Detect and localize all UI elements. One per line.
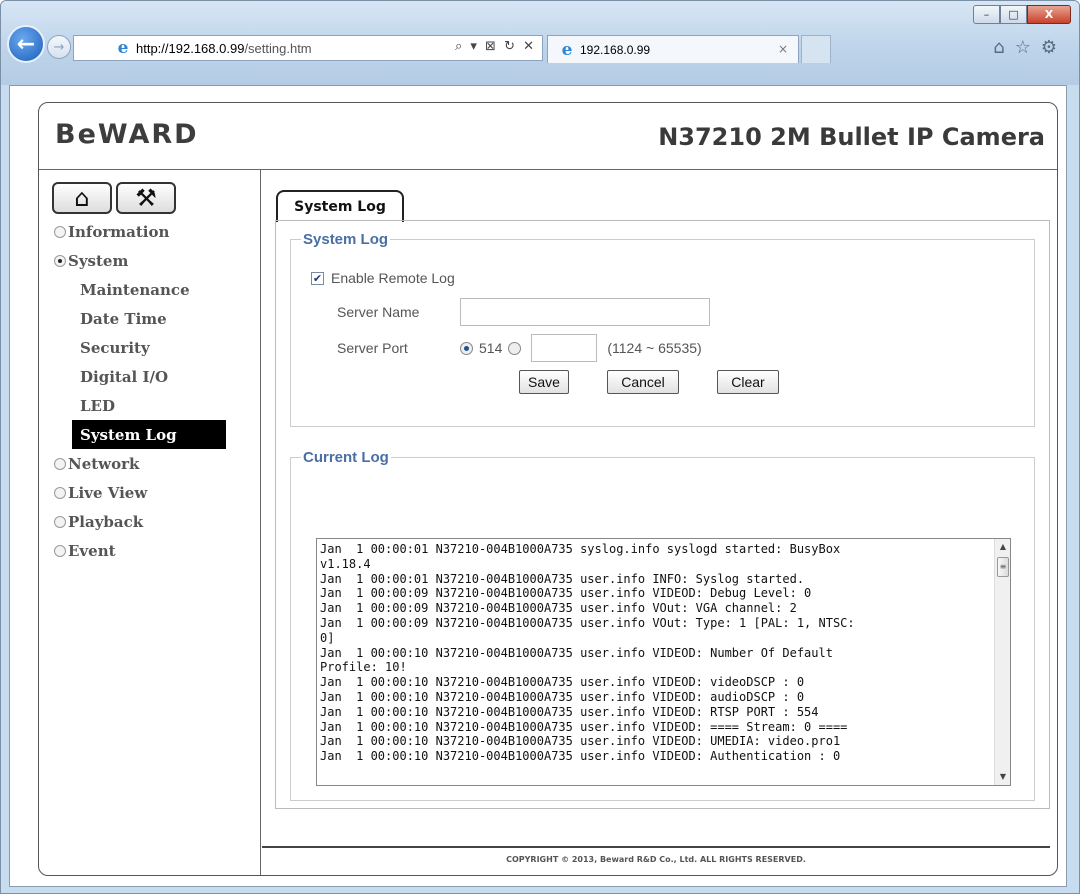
collapsed-bullet-icon	[54, 486, 66, 499]
minimize-button[interactable]: –	[973, 5, 1000, 24]
close-window-button[interactable]: X	[1027, 5, 1071, 24]
enable-remote-log-row: ✔ Enable Remote Log	[311, 270, 455, 286]
tab-close-icon[interactable]: ×	[778, 42, 788, 56]
sidebar-item-network[interactable]: Network	[39, 449, 261, 478]
home-icon[interactable]: ⌂	[52, 182, 112, 214]
log-line: Jan 1 00:00:10 N37210-004B1000A735 user.…	[320, 719, 848, 734]
window-controls: – □ X	[973, 5, 1071, 24]
home-favorites-settings-icons[interactable]: ⌂☆⚙	[993, 37, 1067, 58]
sidebar-subitem-security[interactable]: Security	[39, 333, 261, 362]
clear-button[interactable]: Clear	[717, 370, 779, 394]
ie-logo-icon: e	[561, 39, 573, 60]
collapsed-bullet-icon	[54, 515, 66, 528]
sidebar: ⌂ ⚒ Information System Maintenance Date …	[39, 170, 261, 875]
scroll-thumb[interactable]: ≡	[997, 557, 1009, 577]
address-tools-icons[interactable]: ⌕ ▾ ⊠ ↻ ✕	[455, 39, 536, 54]
ie-logo-icon: e	[117, 38, 129, 58]
address-bar[interactable]: e http://192.168.0.99/setting.htm ⌕ ▾ ⊠ …	[73, 35, 543, 61]
sidebar-subitem-digital-io[interactable]: Digital I/O	[39, 362, 261, 391]
collapsed-bullet-icon	[54, 225, 66, 238]
sidebar-item-event[interactable]: Event	[39, 536, 261, 565]
browser-window: – □ X ← → e http://192.168.0.99/setting.…	[0, 0, 1080, 894]
log-line: 0]	[320, 630, 335, 645]
log-line: Jan 1 00:00:10 N37210-004B1000A735 user.…	[320, 675, 805, 690]
log-line: Jan 1 00:00:09 N37210-004B1000A735 user.…	[320, 615, 855, 630]
copyright-footer: COPYRIGHT © 2013, Beward R&D Co., Ltd. A…	[506, 855, 806, 864]
back-arrow-icon[interactable]: ←	[7, 25, 45, 63]
sidebar-item-system[interactable]: System	[39, 246, 261, 275]
settings-tools-icon[interactable]: ⚒	[116, 182, 176, 214]
port-default-radio[interactable]	[460, 341, 473, 355]
expanded-bullet-icon	[54, 254, 66, 267]
current-log-legend: Current Log	[303, 449, 389, 466]
sidebar-subitem-led[interactable]: LED	[39, 391, 261, 420]
port-default-value: 514	[479, 340, 503, 356]
sidebar-menu: Information System Maintenance Date Time…	[39, 217, 261, 565]
content-tabbar: System Log	[276, 190, 404, 222]
page-viewport: BeWARD N37210 2M Bullet IP Camera ⌂ ⚒ In…	[9, 85, 1067, 887]
log-line: Profile: 10!	[320, 660, 407, 675]
server-name-label: Server Name	[337, 304, 420, 320]
collapsed-bullet-icon	[54, 544, 66, 557]
maximize-button[interactable]: □	[1000, 5, 1027, 24]
log-line: Jan 1 00:00:09 N37210-004B1000A735 user.…	[320, 586, 812, 601]
server-name-input[interactable]	[460, 298, 710, 326]
sidebar-item-live-view[interactable]: Live View	[39, 478, 261, 507]
action-buttons-row: Save Cancel Clear	[519, 370, 779, 394]
browser-titlebar: – □ X ← → e http://192.168.0.99/setting.…	[1, 1, 1079, 85]
log-line: v1.18.4	[320, 556, 371, 571]
cancel-button[interactable]: Cancel	[607, 370, 679, 394]
system-log-legend: System Log	[303, 231, 389, 248]
server-port-label: Server Port	[337, 340, 408, 356]
log-line: Jan 1 00:00:10 N37210-004B1000A735 user.…	[320, 645, 833, 660]
beward-logo: BeWARD	[55, 119, 199, 150]
log-line: Jan 1 00:00:01 N37210-004B1000A735 syslo…	[320, 542, 841, 556]
custom-port-input[interactable]	[531, 334, 598, 362]
enable-remote-log-checkbox[interactable]: ✔	[311, 271, 324, 285]
log-textarea[interactable]: Jan 1 00:00:01 N37210-004B1000A735 syslo…	[316, 538, 1011, 786]
log-line: Jan 1 00:00:10 N37210-004B1000A735 user.…	[320, 704, 819, 719]
current-log-group: Current Log Jan 1 00:00:01 N37210-004B10…	[290, 449, 1035, 801]
port-range-hint: (1124 ~ 65535)	[607, 340, 702, 356]
log-scrollbar[interactable]: ▲ ≡ ▼	[994, 539, 1010, 785]
scroll-up-icon[interactable]: ▲	[995, 539, 1010, 555]
port-custom-radio[interactable]	[508, 341, 522, 355]
forward-arrow-icon[interactable]: →	[47, 35, 71, 59]
log-lines: Jan 1 00:00:01 N37210-004B1000A735 syslo…	[320, 542, 990, 764]
collapsed-bullet-icon	[54, 457, 66, 470]
footer-divider	[262, 846, 1050, 848]
main-content: System Log System Log ✔ Enable Remote Lo…	[262, 170, 1057, 875]
camera-ui-frame: BeWARD N37210 2M Bullet IP Camera ⌂ ⚒ In…	[38, 102, 1058, 876]
tab-title: 192.168.0.99	[580, 42, 651, 57]
log-line: Jan 1 00:00:10 N37210-004B1000A735 user.…	[320, 734, 841, 749]
url-host: http://192.168.0.99	[136, 40, 245, 56]
save-button[interactable]: Save	[519, 370, 569, 394]
system-log-settings-group: System Log ✔ Enable Remote Log Server Na…	[290, 231, 1035, 427]
log-line: Jan 1 00:00:09 N37210-004B1000A735 user.…	[320, 601, 797, 616]
sidebar-subitem-system-log[interactable]: System Log	[72, 420, 226, 449]
sidebar-item-information[interactable]: Information	[39, 217, 261, 246]
server-port-row: Server Port 514 (1124 ~ 65535)	[337, 334, 702, 362]
log-line: Jan 1 00:00:10 N37210-004B1000A735 user.…	[320, 689, 805, 704]
new-tab-button[interactable]	[801, 35, 831, 63]
url-path: /setting.htm	[244, 40, 312, 56]
sidebar-item-playback[interactable]: Playback	[39, 507, 261, 536]
sidebar-icon-buttons: ⌂ ⚒	[52, 182, 176, 214]
tab-system-log[interactable]: System Log	[276, 190, 404, 222]
system-log-panel: System Log ✔ Enable Remote Log Server Na…	[275, 220, 1050, 809]
model-title: N37210 2M Bullet IP Camera	[658, 123, 1045, 151]
sidebar-subitem-date-time[interactable]: Date Time	[39, 304, 261, 333]
log-line: Jan 1 00:00:10 N37210-004B1000A735 user.…	[320, 749, 841, 764]
log-line: Jan 1 00:00:01 N37210-004B1000A735 user.…	[320, 571, 805, 586]
sidebar-subitem-maintenance[interactable]: Maintenance	[39, 275, 261, 304]
server-name-row: Server Name	[337, 298, 710, 326]
browser-tab[interactable]: e 192.168.0.99 ×	[547, 35, 799, 63]
scroll-down-icon[interactable]: ▼	[995, 769, 1010, 785]
header: BeWARD N37210 2M Bullet IP Camera	[39, 103, 1057, 170]
enable-remote-log-label: Enable Remote Log	[331, 270, 455, 286]
